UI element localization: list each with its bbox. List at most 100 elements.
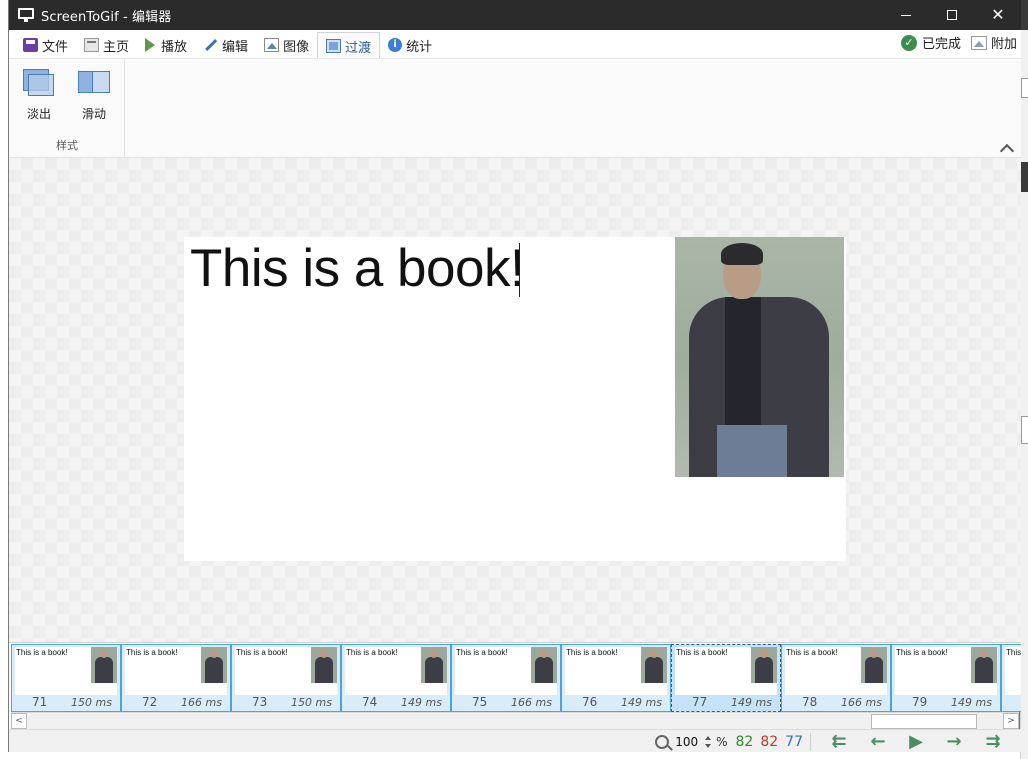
frame-duration: 150 ms bbox=[71, 696, 112, 709]
scroll-left-button[interactable]: < bbox=[11, 713, 27, 729]
zoom-input[interactable]: 100 bbox=[675, 735, 698, 749]
window-controls: ✕ bbox=[883, 0, 1021, 30]
frame-thumbnail[interactable]: This is a book! 75 166 ms bbox=[451, 644, 561, 712]
tab-label: 统计 bbox=[406, 39, 433, 55]
home-icon bbox=[84, 38, 100, 52]
tab-image[interactable]: 图像 bbox=[256, 32, 317, 58]
save-icon bbox=[23, 38, 38, 52]
frame-thumbnail[interactable]: This is a book! 78 166 ms bbox=[781, 644, 891, 712]
play-icon bbox=[145, 38, 156, 52]
tab-label: 图像 bbox=[283, 39, 310, 55]
thumbnail-text: This is a book! bbox=[1006, 648, 1021, 657]
tab-label: 编辑 bbox=[222, 39, 249, 55]
maximize-button[interactable] bbox=[929, 0, 975, 30]
thumbnail-photo bbox=[861, 647, 887, 683]
frame-number: 71 bbox=[32, 695, 48, 709]
attach-image-icon bbox=[970, 35, 987, 50]
tab-transitions[interactable]: 过渡 bbox=[317, 32, 381, 59]
done-label: 已完成 bbox=[921, 37, 961, 52]
zoom-spinner[interactable] bbox=[704, 735, 712, 749]
frame-number: 74 bbox=[362, 695, 378, 709]
frame-number: 76 bbox=[582, 695, 598, 709]
frame-number: 75 bbox=[472, 695, 488, 709]
title-bar[interactable]: ScreenToGif - 编辑器 ✕ bbox=[9, 0, 1021, 30]
arrow-left-icon: ← bbox=[870, 730, 886, 752]
background-bar bbox=[1021, 0, 1028, 30]
tab-statistics[interactable]: i 统计 bbox=[380, 32, 440, 58]
thumbnail-preview: This is a book! bbox=[235, 647, 337, 695]
frame-duration: 166 ms bbox=[181, 696, 222, 709]
tab-edit[interactable]: 编辑 bbox=[195, 32, 256, 58]
slide-button[interactable]: 滑动 bbox=[72, 65, 116, 121]
transition-icon bbox=[326, 39, 342, 53]
play-button[interactable]: ▶ bbox=[897, 730, 935, 752]
frame-thumbnail[interactable]: This is a book! 74 149 ms bbox=[341, 644, 451, 712]
frame-duration: 166 ms bbox=[841, 696, 882, 709]
tab-label: 主页 bbox=[103, 39, 130, 55]
thumbnail-text: This is a book! bbox=[126, 648, 178, 657]
frame-thumbnail[interactable]: This is a book! 73 150 ms bbox=[231, 644, 341, 712]
frame-thumbnail[interactable]: This is a book!80 bbox=[1001, 644, 1021, 712]
thumbnail-preview: This is a book! bbox=[455, 647, 557, 695]
tab-home[interactable]: 主页 bbox=[76, 32, 137, 58]
thumbnail-text: This is a book! bbox=[896, 648, 948, 657]
thumbnail-preview: This is a book! bbox=[125, 647, 227, 695]
thumbnail-preview: This is a book! bbox=[675, 647, 777, 695]
thumbnail-text: This is a book! bbox=[346, 648, 398, 657]
pencil-icon bbox=[200, 35, 221, 56]
tab-playback[interactable]: 播放 bbox=[137, 32, 195, 58]
background-field bbox=[1021, 78, 1028, 98]
frame-duration: 166 ms bbox=[511, 696, 552, 709]
frame-number: 72 bbox=[142, 695, 158, 709]
frame-duration: 149 ms bbox=[951, 696, 992, 709]
double-arrow-right-icon: ⇉ bbox=[985, 730, 1001, 752]
thumbnail-preview: This is a book! bbox=[1005, 647, 1021, 695]
play-icon: ▶ bbox=[909, 730, 923, 752]
frame-thumbnail[interactable]: This is a book! 76 149 ms bbox=[561, 644, 671, 712]
scroll-right-button[interactable]: > bbox=[1003, 713, 1019, 729]
tab-file[interactable]: 文件 bbox=[15, 32, 76, 58]
frame-thumbnail[interactable]: This is a book! 71 150 ms bbox=[11, 644, 121, 712]
thumbnail-text: This is a book! bbox=[566, 648, 618, 657]
filmstrip-scrollbar[interactable]: < > bbox=[11, 712, 1019, 729]
frame-canvas[interactable]: This is a book! bbox=[9, 158, 1021, 642]
fade-button[interactable]: 淡出 bbox=[17, 65, 61, 121]
thumbnail-photo bbox=[311, 647, 337, 683]
collapse-ribbon-button[interactable] bbox=[999, 143, 1015, 155]
selected-count: 82 bbox=[760, 733, 779, 750]
minimize-button[interactable] bbox=[883, 0, 929, 30]
frame-duration: 150 ms bbox=[291, 696, 332, 709]
previous-frame-button[interactable]: ← bbox=[859, 730, 897, 752]
first-frame-button[interactable]: ⇇ bbox=[819, 731, 859, 752]
scrollbar-thumb[interactable] bbox=[871, 714, 977, 729]
minimize-icon bbox=[901, 14, 911, 16]
frame-number: 78 bbox=[802, 695, 818, 709]
next-frame-button[interactable]: → bbox=[935, 731, 973, 752]
slide-icon bbox=[78, 69, 110, 97]
thumbnail-text: This is a book! bbox=[456, 648, 508, 657]
current-frame: 77 bbox=[785, 733, 803, 750]
frame-number: 73 bbox=[252, 695, 268, 709]
thumbnail-photo bbox=[971, 647, 997, 683]
chevron-left-icon: < bbox=[15, 716, 23, 726]
tab-bar-status: ✓ 已完成 附加 bbox=[891, 33, 1017, 52]
frame-count: 82 bbox=[735, 733, 754, 750]
thumbnail-preview: This is a book! bbox=[565, 647, 667, 695]
zoom-percent: % bbox=[716, 734, 728, 749]
frame-thumbnail[interactable]: This is a book! 72 166 ms bbox=[121, 644, 231, 712]
frame-thumbnail[interactable]: This is a book! 77 149 ms bbox=[671, 644, 781, 712]
frame-thumbnail[interactable]: This is a book! 79 149 ms bbox=[891, 644, 1001, 712]
attach-button[interactable]: 附加 bbox=[970, 33, 1017, 52]
thumbnail-photo bbox=[421, 647, 447, 683]
chevron-right-icon: > bbox=[1007, 716, 1015, 726]
last-frame-button[interactable]: ⇉ bbox=[973, 730, 1013, 752]
frame-text: This is a book! bbox=[190, 239, 525, 298]
attach-label: 附加 bbox=[990, 37, 1017, 52]
check-circle-icon: ✓ bbox=[900, 34, 917, 51]
frame-duration: 149 ms bbox=[731, 696, 772, 709]
thumbnail-text: This is a book! bbox=[236, 648, 288, 657]
editor-window: ScreenToGif - 编辑器 ✕ 文件 主页 播放 编辑 图像 过渡 i … bbox=[8, 0, 1021, 752]
thumbnail-photo bbox=[751, 647, 777, 683]
tab-label: 文件 bbox=[42, 39, 69, 55]
close-button[interactable]: ✕ bbox=[975, 0, 1021, 30]
